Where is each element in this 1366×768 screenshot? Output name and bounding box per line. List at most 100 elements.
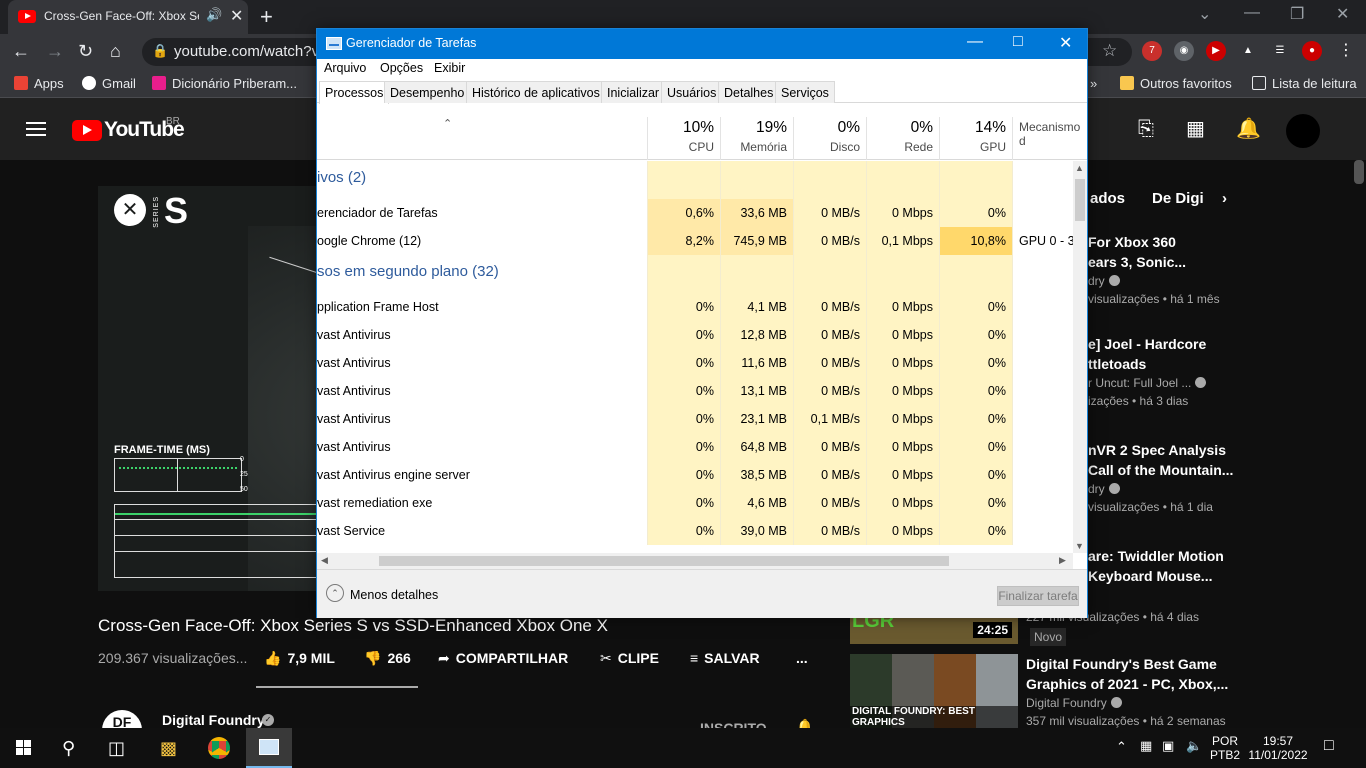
- process-group-header[interactable]: sos em segundo plano (32): [317, 255, 1073, 293]
- process-row[interactable]: erenciador de Tarefas 0,6% 33,6 MB 0 MB/s 0 …: [317, 199, 1073, 227]
- scrollbar-thumb[interactable]: [379, 556, 949, 566]
- back-icon[interactable]: ←: [12, 41, 30, 62]
- keyboard-icon[interactable]: ▦: [1140, 738, 1152, 754]
- tab-detalhes[interactable]: Detalhes: [718, 81, 780, 103]
- chrome-taskbar-icon[interactable]: [208, 737, 230, 759]
- apps-grid-icon[interactable]: ▦: [1186, 116, 1205, 141]
- scroll-down-icon[interactable]: ▼: [1075, 541, 1084, 551]
- clip-button[interactable]: ✂ CLIPE: [600, 650, 659, 667]
- hamburger-menu-icon[interactable]: [26, 122, 46, 136]
- channel-name[interactable]: Digital Foundry: [162, 712, 265, 728]
- like-button[interactable]: 👍 7,9 MIL: [264, 650, 335, 667]
- process-row[interactable]: vast Antivirus 0% 12,8 MB 0 MB/s 0 Mbps 0%: [317, 321, 1073, 349]
- tab-processos[interactable]: Processos: [319, 81, 390, 104]
- filter-chip[interactable]: ados: [1090, 190, 1125, 207]
- recommendation-thumbnail[interactable]: DIGITAL FOUNDRY: BEST GRAPHICS: [850, 654, 1018, 728]
- process-row[interactable]: vast Antivirus 0% 11,6 MB 0 MB/s 0 Mbps 0%: [317, 349, 1073, 377]
- process-row[interactable]: oogle Chrome (12) 8,2% 745,9 MB 0 MB/s 0,1 M…: [317, 227, 1073, 255]
- maximize-icon[interactable]: □: [1013, 33, 1023, 51]
- chevron-down-icon[interactable]: ⌄: [1198, 4, 1211, 24]
- bookmark-reading-list[interactable]: Lista de leitura: [1252, 76, 1357, 91]
- minimize-icon[interactable]: —: [967, 33, 983, 51]
- search-icon[interactable]: ⚲: [62, 738, 75, 759]
- home-icon[interactable]: ⌂: [110, 41, 121, 62]
- volume-icon[interactable]: 🔈: [1186, 738, 1202, 754]
- column-rede[interactable]: 0% Rede: [866, 117, 939, 160]
- restore-icon[interactable]: ❐: [1290, 4, 1304, 24]
- reading-list-icon[interactable]: ☰: [1270, 41, 1290, 61]
- close-icon[interactable]: ✕: [1059, 33, 1072, 53]
- channel-avatar[interactable]: DF: [102, 710, 142, 730]
- process-row[interactable]: vast Antivirus 0% 23,1 MB 0,1 MB/s 0 Mbps 0%: [317, 405, 1073, 433]
- save-button[interactable]: ≡ SALVAR: [690, 650, 760, 666]
- tab-usuarios[interactable]: Usuários: [661, 81, 723, 103]
- scroll-up-icon[interactable]: ▲: [1075, 163, 1084, 173]
- bookmark-priberam[interactable]: Dicionário Priberam...: [152, 76, 297, 91]
- menu-arquivo[interactable]: Arquivo: [324, 61, 366, 75]
- puzzle-extensions-icon[interactable]: ▲: [1238, 41, 1258, 61]
- new-tab-icon[interactable]: +: [260, 4, 273, 30]
- profile-avatar[interactable]: ●: [1302, 41, 1322, 61]
- tab-inicializar[interactable]: Inicializar: [601, 81, 666, 103]
- lock-icon[interactable]: 🔒: [152, 43, 168, 59]
- horizontal-scrollbar[interactable]: ◀ ▶: [317, 553, 1073, 569]
- process-group-header[interactable]: ivos (2): [317, 161, 1073, 199]
- clock[interactable]: 19:57 11/01/2022: [1248, 734, 1308, 762]
- bookmark-gmail[interactable]: Gmail: [82, 76, 136, 91]
- tab-servicos[interactable]: Serviços: [775, 81, 835, 103]
- chevron-right-icon[interactable]: ›: [1222, 190, 1227, 207]
- account-avatar[interactable]: [1286, 114, 1320, 148]
- close-icon[interactable]: ✕: [1336, 4, 1349, 24]
- column-gpu[interactable]: 14% GPU: [939, 117, 1012, 160]
- browser-tab[interactable]: Cross-Gen Face-Off: Xbox Se 🔊 ✕: [8, 0, 248, 34]
- create-video-icon[interactable]: ⎘: [1138, 118, 1154, 141]
- chevron-up-icon[interactable]: ⌃: [326, 584, 344, 602]
- recommendation-item[interactable]: are: Twiddler Motion Keyboard Mouse...: [1088, 546, 1224, 586]
- glasses-extension-icon[interactable]: ◉: [1174, 41, 1194, 61]
- task-manager-taskbar-button[interactable]: [246, 728, 292, 768]
- recommendation-item[interactable]: nVR 2 Spec Analysis Call of the Mountain…: [1088, 440, 1233, 516]
- menu-exibir[interactable]: Exibir: [434, 61, 465, 75]
- recommendation-item[interactable]: e] Joel - Hardcore ttletoads r Uncut: Fu…: [1088, 334, 1207, 410]
- process-row[interactable]: vast Antivirus 0% 13,1 MB 0 MB/s 0 Mbps 0%: [317, 377, 1073, 405]
- network-icon[interactable]: ▣: [1162, 738, 1174, 754]
- file-explorer-icon[interactable]: ▩: [160, 738, 177, 759]
- adblock-extension-icon[interactable]: 7: [1142, 41, 1162, 61]
- share-button[interactable]: ➦ COMPARTILHAR: [438, 650, 568, 667]
- tab-close-icon[interactable]: ✕: [230, 6, 243, 26]
- column-gpu-engine[interactable]: Mecanismo d: [1012, 117, 1087, 160]
- task-manager-titlebar[interactable]: Gerenciador de Tarefas — □ ✕: [317, 29, 1087, 59]
- scroll-left-icon[interactable]: ◀: [321, 555, 328, 566]
- tab-desempenho[interactable]: Desempenho: [384, 81, 471, 103]
- process-row[interactable]: vast remediation exe 0% 4,6 MB 0 MB/s 0 Mbps…: [317, 489, 1073, 517]
- scroll-right-icon[interactable]: ▶: [1059, 555, 1066, 566]
- task-view-icon[interactable]: ◫: [108, 738, 125, 759]
- forward-icon[interactable]: →: [46, 41, 64, 62]
- column-disco[interactable]: 0% Disco: [793, 117, 866, 160]
- column-memoria[interactable]: 19% Memória: [720, 117, 793, 160]
- more-bookmarks-icon[interactable]: »: [1090, 76, 1097, 91]
- youtube-extension-icon[interactable]: ▶: [1206, 41, 1226, 61]
- process-row[interactable]: vast Antivirus 0% 64,8 MB 0 MB/s 0 Mbps 0%: [317, 433, 1073, 461]
- tab-audio-icon[interactable]: 🔊: [206, 7, 222, 23]
- notification-center-icon[interactable]: □: [1324, 737, 1334, 755]
- process-row[interactable]: pplication Frame Host 0% 4,1 MB 0 MB/s 0 Mbp…: [317, 293, 1073, 321]
- vertical-scrollbar[interactable]: ▲ ▼: [1073, 161, 1087, 553]
- bookmark-apps[interactable]: Apps: [14, 76, 64, 91]
- show-hidden-icons[interactable]: ⌃: [1116, 739, 1127, 755]
- minimize-icon[interactable]: —: [1244, 4, 1260, 22]
- column-cpu[interactable]: 10% CPU: [647, 117, 720, 160]
- bookmark-star-icon[interactable]: ☆: [1102, 41, 1117, 61]
- tab-historico[interactable]: Histórico de aplicativos: [466, 81, 606, 103]
- reload-icon[interactable]: ↻: [78, 41, 93, 62]
- browser-menu-icon[interactable]: ⋮: [1336, 41, 1356, 61]
- notifications-bell-icon[interactable]: 🔔: [1236, 116, 1261, 141]
- end-task-button[interactable]: Finalizar tarefa: [997, 586, 1079, 606]
- filter-chip[interactable]: De Digi: [1152, 190, 1204, 207]
- process-row[interactable]: vast Antivirus engine server 0% 38,5 MB 0 M…: [317, 461, 1073, 489]
- recommendation-item[interactable]: Digital Foundry's Best Game Graphics of …: [1026, 654, 1228, 730]
- more-actions-button[interactable]: ...: [796, 650, 808, 666]
- scrollbar-thumb[interactable]: [1075, 179, 1085, 221]
- bookmark-other[interactable]: Outros favoritos: [1120, 76, 1232, 91]
- less-details-link[interactable]: Menos detalhes: [350, 588, 438, 602]
